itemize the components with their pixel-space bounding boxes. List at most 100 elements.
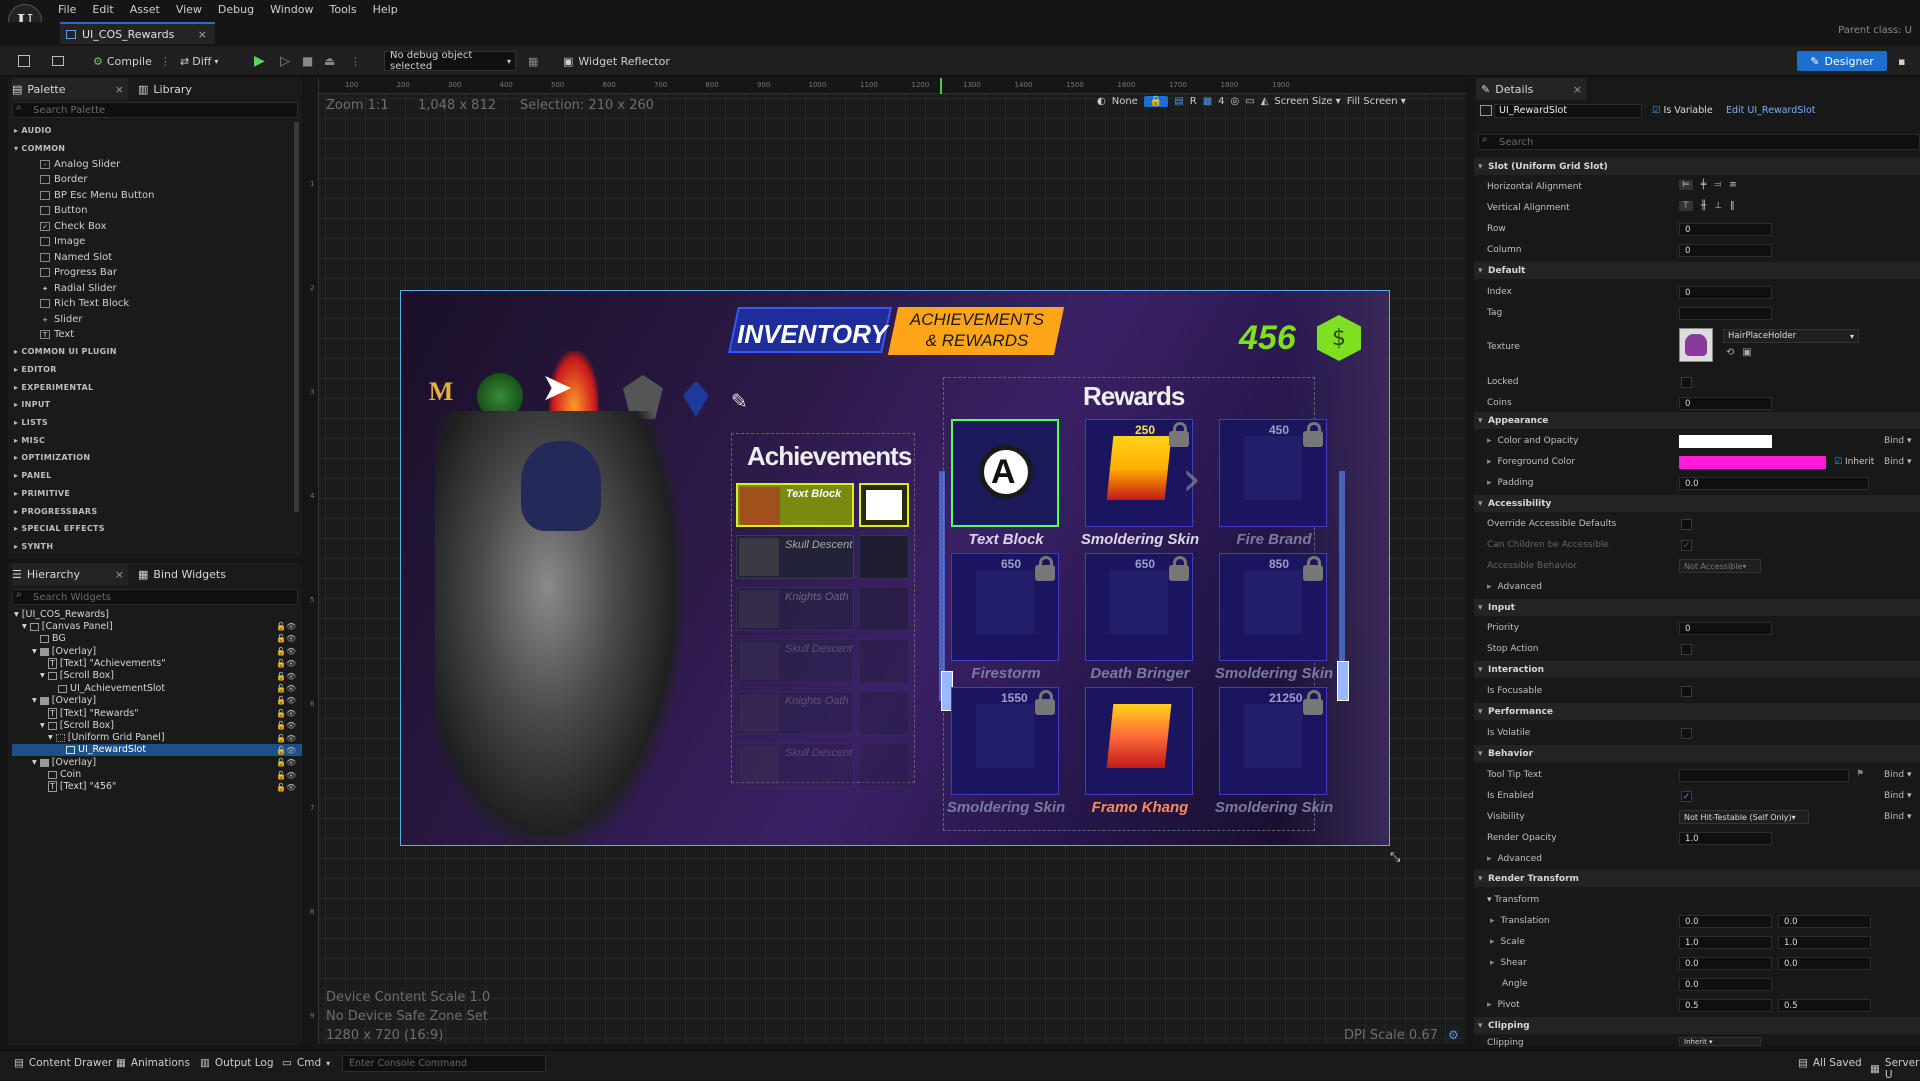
tree-item-coin[interactable]: Coin [48, 769, 81, 780]
is-volatile-checkbox[interactable] [1681, 728, 1692, 739]
align-right-icon[interactable]: ⫤ [1714, 180, 1721, 190]
menu-window[interactable]: Window [262, 3, 321, 16]
preview-icon[interactable]: ◭ [1261, 96, 1269, 107]
behavior-advanced[interactable]: Advanced [1487, 854, 1542, 864]
achievement-row[interactable]: Knights Oath [736, 691, 854, 735]
tree-item-text-rewards[interactable]: T [Text] "Rewards" [48, 708, 139, 719]
edit-widget-link[interactable]: Edit UI_RewardSlot [1726, 105, 1816, 116]
outline-icon[interactable]: ◎ [1231, 96, 1240, 107]
palette-category-synth[interactable]: ▸ SYNTH [14, 542, 53, 551]
palette-category-experimental[interactable]: ▸ EXPERIMENTAL [14, 383, 93, 392]
align-middle-icon[interactable]: ╫ [1701, 201, 1706, 211]
stop-action-checkbox[interactable] [1681, 644, 1692, 655]
section-slot[interactable]: Slot (Uniform Grid Slot) [1474, 158, 1920, 175]
palette-item-named-slot[interactable]: Named Slot [40, 252, 112, 263]
browse-icon[interactable] [52, 51, 64, 71]
align-fill-icon[interactable]: ≡ [1729, 180, 1737, 190]
priority-input[interactable]: 0 [1679, 622, 1772, 635]
label-foreground-color[interactable]: Foreground Color [1487, 457, 1576, 467]
palette-category-optimization[interactable]: ▸ OPTIMIZATION [14, 453, 90, 462]
next-arrow-icon[interactable]: › [1182, 451, 1201, 507]
row-input[interactable]: 0 [1679, 223, 1772, 236]
menu-help[interactable]: Help [365, 3, 406, 16]
foreground-color-swatch[interactable] [1679, 456, 1826, 469]
server-indicator[interactable]: ▦ Server U [1870, 1057, 1920, 1081]
locked-checkbox[interactable] [1681, 377, 1692, 388]
screen-size-dropdown[interactable]: Screen Size ▾ [1274, 96, 1340, 107]
close-icon[interactable]: × [115, 83, 124, 96]
details-tab[interactable]: ✎ Details × [1476, 78, 1586, 100]
section-input[interactable]: Input [1474, 599, 1920, 616]
palette-tab[interactable]: ▤ Palette × [12, 78, 128, 100]
palette-category-lists[interactable]: ▸ LISTS [14, 418, 48, 427]
section-accessibility[interactable]: Accessibility [1474, 495, 1920, 512]
stop-icon[interactable]: ■ [302, 51, 313, 71]
tag-input[interactable] [1679, 307, 1772, 320]
section-render-transform[interactable]: Render Transform [1474, 870, 1920, 887]
texture-asset-select[interactable]: HairPlaceHolder ▾ [1723, 329, 1859, 343]
step-icon[interactable]: ▷ [280, 51, 290, 71]
reward-slot[interactable]: A [951, 419, 1059, 527]
label-padding[interactable]: Padding [1487, 478, 1534, 488]
tree-item-bg[interactable]: BG [40, 633, 66, 644]
use-selected-icon[interactable]: ⟲ [1726, 347, 1734, 358]
palette-category-common[interactable]: ▾ COMMON [14, 144, 65, 153]
palette-category-progressbars[interactable]: ▸ PROGRESSBARS [14, 507, 97, 516]
close-tab-icon[interactable]: × [198, 28, 207, 41]
bind-widgets-tab[interactable]: ▦ Bind Widgets [138, 563, 226, 585]
achievement-row[interactable]: Skull Descent [736, 639, 854, 683]
label-translation[interactable]: Translation [1490, 916, 1550, 926]
details-search-input[interactable]: Search [1478, 134, 1920, 150]
tree-item-root[interactable]: ▾ [UI_COS_Rewards] [14, 609, 109, 620]
tree-item-overlay[interactable]: ▾ [Overlay] [32, 695, 96, 706]
achievement-reward-box[interactable] [859, 535, 909, 579]
render-opacity-input[interactable]: 1.0 [1679, 832, 1772, 845]
tree-item-overlay[interactable]: ▾ [Overlay] [32, 757, 96, 768]
close-icon[interactable]: × [1573, 83, 1582, 96]
all-saved-indicator[interactable]: ▤ All Saved [1798, 1057, 1862, 1069]
diff-button[interactable]: ⇄ Diff ▾ [180, 51, 218, 71]
palette-item-text[interactable]: T Text [40, 329, 74, 340]
palette-category-common-ui-plugin[interactable]: ▸ COMMON UI PLUGIN [14, 347, 117, 356]
palette-category-editor[interactable]: ▸ EDITOR [14, 365, 57, 374]
pivot-y-input[interactable]: 0.5 [1778, 999, 1871, 1012]
widget-preview-canvas[interactable]: INVENTORY ACHIEVEMENTS & REWARDS 456 $ M… [400, 290, 1390, 846]
tree-item-scroll-box[interactable]: ▾ [Scroll Box] [40, 720, 114, 731]
tree-item-reward-slot[interactable]: UI_RewardSlot [66, 744, 146, 755]
tree-item-overlay[interactable]: ▾ [Overlay] [32, 646, 96, 657]
translation-x-input[interactable]: 0.0 [1679, 915, 1772, 928]
palette-item-slider[interactable]: + Slider [40, 314, 82, 325]
children-accessible-checkbox[interactable]: ✓ [1681, 540, 1692, 551]
menu-edit[interactable]: Edit [84, 3, 121, 16]
palette-item-analog-slider[interactable]: - Analog Slider [40, 159, 120, 170]
tooltip-input[interactable] [1679, 769, 1849, 782]
label-shear[interactable]: Shear [1490, 958, 1527, 968]
accessibility-advanced[interactable]: Advanced [1487, 582, 1542, 592]
respect-locks-icon[interactable]: ▤ [1174, 96, 1183, 107]
widget-name-input[interactable]: UI_RewardSlot [1494, 104, 1642, 118]
bind-button[interactable]: Bind ▾ [1884, 457, 1911, 467]
animations-button[interactable]: ▦ Animations [116, 1057, 190, 1069]
widget-reflector-button[interactable]: ▣ Widget Reflector [563, 51, 670, 71]
section-default[interactable]: Default [1474, 262, 1920, 279]
palette-item-border[interactable]: Border [40, 174, 88, 185]
scale-x-input[interactable]: 1.0 [1679, 936, 1772, 949]
console-command-input[interactable]: Enter Console Command [342, 1055, 546, 1072]
section-behavior[interactable]: Behavior [1474, 745, 1920, 762]
grid-snap-icon[interactable]: ▦ [1203, 96, 1212, 107]
lock-toggle-icon[interactable]: 🔒 [1143, 96, 1169, 107]
graph-mode-icon[interactable]: ▪ [1898, 51, 1905, 71]
palette-item-rich-text-block[interactable]: Rich Text Block [40, 298, 129, 309]
coins-input[interactable]: 0 [1679, 397, 1772, 410]
is-variable-checkbox[interactable]: ☑ Is Variable [1652, 105, 1713, 116]
menu-tools[interactable]: Tools [321, 3, 364, 16]
achievement-row[interactable]: Skull Descent [736, 535, 854, 579]
background-icon[interactable]: ▭ [1245, 96, 1254, 107]
document-tab[interactable]: UI_COS_Rewards × [60, 22, 215, 44]
achievement-row[interactable]: Skull Descent [736, 743, 854, 787]
locale-icon[interactable]: ◐ [1097, 96, 1106, 107]
section-interaction[interactable]: Interaction [1474, 661, 1920, 678]
reward-slot[interactable] [1085, 687, 1193, 795]
resize-handle-icon[interactable]: ⤡ [1390, 850, 1400, 865]
label-color-and-opacity[interactable]: Color and Opacity [1487, 436, 1579, 446]
